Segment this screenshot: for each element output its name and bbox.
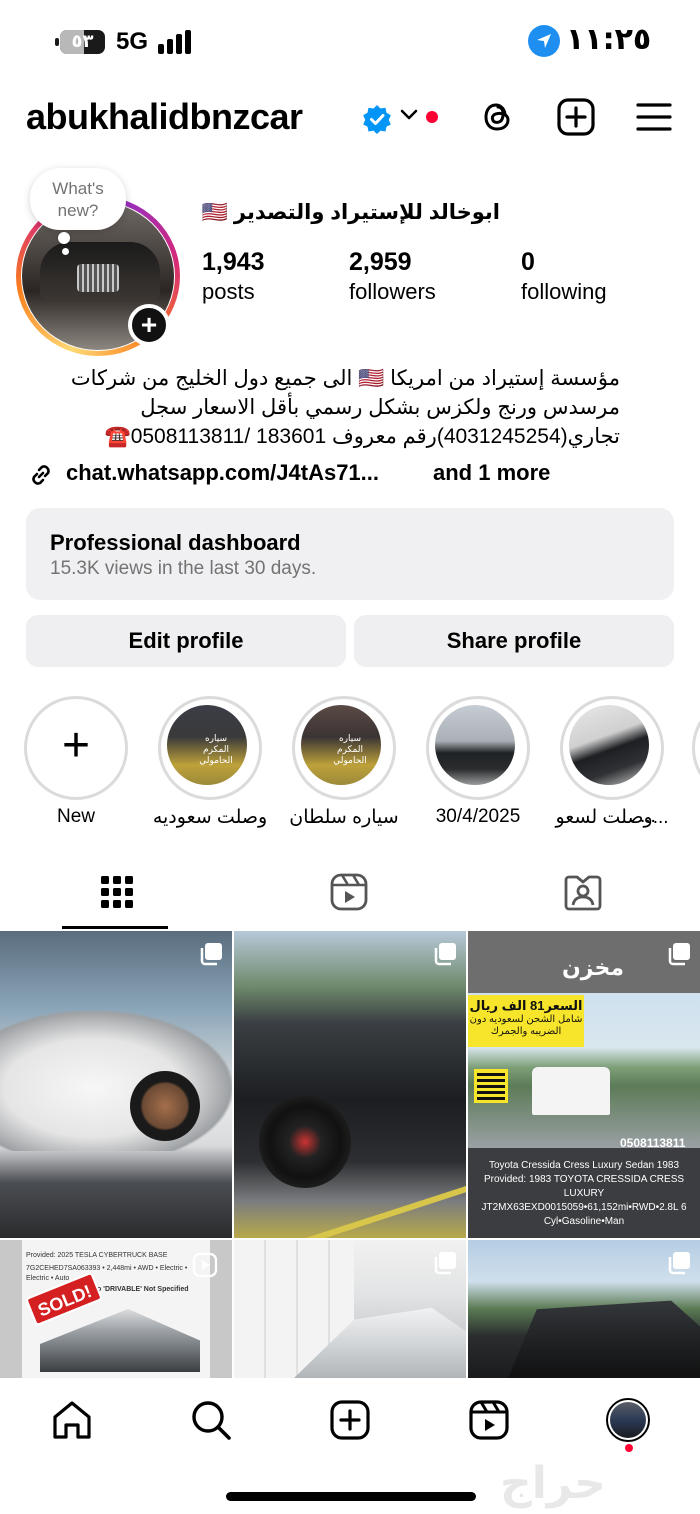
network-type: 5G: [116, 28, 149, 55]
tagged-icon[interactable]: [563, 872, 603, 912]
highlight-overlay-text: سياره المكرم الحامولي: [333, 733, 367, 765]
tile-specs-text: 7G2CEHED7SA063393 • 2,448mi • AWD • Elec…: [26, 1265, 188, 1282]
bio-link-url[interactable]: chat.whatsapp.com/J4tAs71...: [66, 460, 379, 486]
profile-bio: مؤسسة إستيراد من امريكا 🇺🇸 الى جميع دول …: [26, 364, 620, 451]
professional-dashboard-card[interactable]: Professional dashboard 15.3K views in th…: [26, 508, 674, 600]
link-icon: [32, 465, 50, 485]
price-text: السعر81 الف ريال: [469, 998, 583, 1013]
note-bubble-tail-small: [62, 248, 69, 255]
plus-icon: +: [61, 719, 91, 772]
tile-overlay-text: مخزن: [562, 955, 624, 980]
search-icon[interactable]: [189, 1398, 233, 1442]
create-icon[interactable]: [328, 1398, 372, 1442]
active-tab-indicator: [62, 926, 168, 929]
price-note: شامل الشحن لسعوديه دون الضريبه والجمرك: [469, 1014, 583, 1037]
location-arrow-icon: [528, 25, 560, 57]
stat-label: posts: [202, 279, 255, 304]
tile-header-text: Provided: 2025 TESLA CYBERTRUCK BASE: [26, 1252, 168, 1259]
notification-dot: [426, 111, 438, 123]
bio-line: مرسدس ورنج ولكزس بشكل رسمي بأقل الاسعار …: [140, 396, 620, 419]
home-icon[interactable]: [50, 1398, 94, 1442]
note-bubble-tail: [58, 232, 70, 244]
carousel-icon: [434, 1252, 456, 1275]
carousel-icon: [200, 943, 222, 966]
threads-icon[interactable]: [478, 97, 518, 137]
status-bar: ٥٣ 5G ١١:٢٥: [0, 0, 700, 84]
stat-followers[interactable]: 2,959 followers: [349, 248, 436, 305]
share-profile-button[interactable]: Share profile: [354, 615, 674, 667]
menu-icon[interactable]: [634, 97, 674, 137]
carousel-icon: [434, 943, 456, 966]
stat-label: followers: [349, 279, 436, 304]
stat-value: 2,959: [349, 248, 412, 276]
highlight-label: ...: [640, 806, 656, 827]
home-indicator[interactable]: [226, 1492, 476, 1501]
stat-value: 1,943: [202, 248, 265, 276]
battery-icon: ٥٣: [55, 30, 105, 54]
watermark-logo: حراج: [500, 1458, 606, 1509]
bio-link-more[interactable]: and 1 more: [433, 460, 550, 486]
stat-posts[interactable]: 1,943 posts: [202, 248, 265, 305]
tile-caption: Toyota Cressida Cress Luxury Sedan 1983 …: [481, 1160, 687, 1227]
grid-icon[interactable]: [97, 872, 137, 912]
verified-badge-icon: [363, 105, 391, 134]
status-time: ١١:٢٥: [566, 22, 652, 57]
signal-icon: [158, 30, 198, 54]
reels-icon[interactable]: [329, 872, 369, 912]
profile-full-name: ابوخالد للإستيراد والتصدير 🇺🇸: [201, 201, 500, 224]
post-tile[interactable]: Provided: 2025 TESLA CYBERTRUCK BASE 7G2…: [0, 1240, 232, 1378]
post-tile[interactable]: [234, 931, 466, 1238]
reels-icon[interactable]: [467, 1398, 511, 1442]
post-tile[interactable]: [234, 1240, 466, 1378]
create-post-icon[interactable]: [556, 97, 596, 137]
add-story-button[interactable]: +: [128, 304, 170, 346]
edit-profile-button[interactable]: Edit profile: [26, 615, 346, 667]
bio-line: تجاري(4031245254)رقم معروف 183601 /05081…: [104, 425, 620, 448]
plus-icon: +: [140, 309, 158, 340]
reel-indicator-icon: [192, 1252, 218, 1278]
note-bubble[interactable]: What's new?: [30, 168, 126, 230]
carousel-icon: [668, 943, 690, 966]
dashboard-title: Professional dashboard: [50, 530, 301, 555]
carousel-icon: [668, 1252, 690, 1275]
stat-following[interactable]: 0 following: [521, 248, 607, 305]
username[interactable]: abukhalidbnzcar: [26, 96, 303, 138]
phone-number: 0508113811: [620, 1136, 686, 1150]
dashboard-subtitle: 15.3K views in the last 30 days.: [50, 558, 317, 579]
post-tile[interactable]: مخزن السعر81 الف ريال شامل الشحن لسعوديه…: [468, 931, 700, 1238]
profile-notification-dot: [625, 1444, 633, 1452]
tile-note-text: No 'DRIVABLE' Not Specified: [92, 1286, 189, 1293]
chevron-down-icon[interactable]: [400, 108, 418, 122]
profile-avatar[interactable]: [606, 1398, 650, 1442]
bio-line: مؤسسة إستيراد من امريكا 🇺🇸 الى جميع دول …: [70, 367, 620, 390]
highlight-overlay-text: سياره المكرم الحامولي: [199, 733, 233, 765]
stat-label: following: [521, 279, 607, 304]
post-tile[interactable]: [0, 931, 232, 1238]
stat-value: 0: [521, 248, 535, 276]
post-tile[interactable]: [468, 1240, 700, 1378]
profile-header: abukhalidbnzcar: [0, 92, 700, 148]
